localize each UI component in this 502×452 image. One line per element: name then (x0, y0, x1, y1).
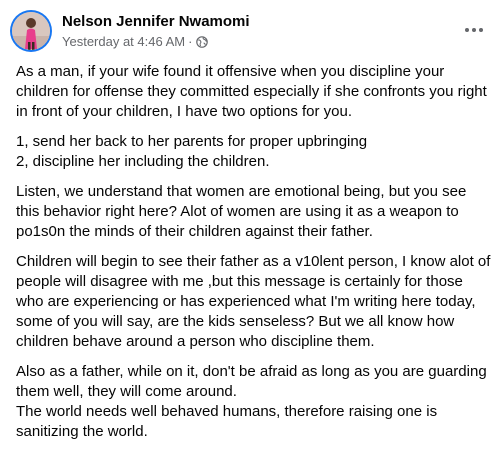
post-text-line: them well, they will come around. (16, 383, 237, 400)
post-text-line: po1s0n the minds of their children again… (16, 223, 373, 240)
more-options-icon-dot (472, 28, 476, 32)
post-text-line: Also as a father, while on it, don't be … (16, 363, 487, 380)
post-paragraph: 1, send her back to her parents for prop… (16, 132, 492, 172)
facebook-post: Nelson Jennifer Nwamomi Yesterday at 4:4… (0, 0, 502, 440)
post-meta: Yesterday at 4:46 AM · (62, 34, 209, 49)
post-text-line: children behave around a person who disc… (16, 333, 375, 350)
post-text-line: As a man, if your wife found it offensiv… (16, 63, 445, 80)
post-text-line: The world needs well behaved humans, the… (16, 403, 438, 420)
more-options-icon (465, 28, 469, 32)
more-options-icon-dot (479, 28, 483, 32)
globe-icon[interactable] (196, 35, 209, 48)
more-options-button[interactable] (462, 18, 486, 42)
meta-separator: · (188, 34, 193, 49)
avatar-image (12, 12, 50, 50)
post-text-line: Listen, we understand that women are emo… (16, 183, 467, 200)
post-text-line: who are experiencing or has experienced … (16, 293, 476, 310)
post-text-line: this behavior right here? Alot of women … (16, 203, 459, 220)
post-header: Nelson Jennifer Nwamomi Yesterday at 4:4… (10, 10, 492, 56)
post-text-line: Children will begin to see their father … (16, 253, 491, 270)
post-author-name[interactable]: Nelson Jennifer Nwamomi (62, 13, 250, 30)
post-paragraph: Listen, we understand that women are emo… (16, 182, 492, 242)
post-paragraph: Children will begin to see their father … (16, 252, 492, 352)
post-text-line: in front of your children, I have two op… (16, 103, 353, 120)
post-text-line: sanitizing the world. (16, 423, 148, 440)
post-body: As a man, if your wife found it offensiv… (16, 62, 492, 452)
post-text-line: people will disagree with me ,but this m… (16, 273, 463, 290)
author-avatar[interactable] (12, 12, 50, 50)
post-paragraph: Also as a father, while on it, don't be … (16, 362, 492, 442)
post-text-line: 2, discipline her including the children… (16, 153, 270, 170)
post-text-line: some of you will say, are the kids sense… (16, 313, 455, 330)
post-timestamp[interactable]: Yesterday at 4:46 AM (62, 34, 185, 49)
post-text-line: 1, send her back to her parents for prop… (16, 133, 368, 150)
post-paragraph: As a man, if your wife found it offensiv… (16, 62, 492, 122)
post-text-line: children for offense they committed espe… (16, 83, 487, 100)
